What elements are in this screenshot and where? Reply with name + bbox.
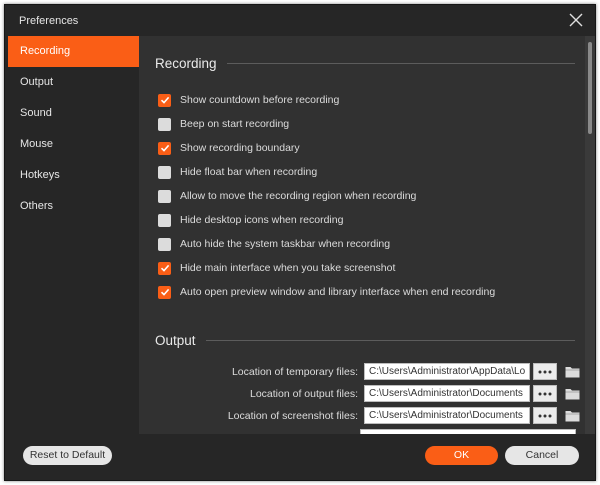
- output-section-title: Output: [155, 333, 196, 348]
- checkbox-checked[interactable]: [158, 261, 171, 275]
- output-files-path-input[interactable]: C:\Users\Administrator\Documents: [364, 385, 530, 402]
- more-dots-icon: [538, 370, 552, 373]
- checkbox-unchecked[interactable]: [158, 237, 171, 251]
- dialog-footer: Reset to Default OK Cancel: [5, 434, 595, 480]
- sidebar-item-others[interactable]: Others: [8, 191, 139, 222]
- browse-more-button[interactable]: [533, 363, 557, 380]
- sidebar-item-label: Recording: [20, 45, 71, 57]
- checkbox-checked[interactable]: [158, 141, 171, 155]
- option-label: Show countdown before recording: [180, 94, 340, 106]
- option-label: Hide float bar when recording: [180, 166, 318, 178]
- section-divider: [205, 340, 575, 341]
- folder-icon[interactable]: [565, 387, 580, 400]
- ok-button[interactable]: OK: [425, 446, 498, 465]
- sidebar-item-output[interactable]: Output: [8, 67, 139, 98]
- cancel-button[interactable]: Cancel: [505, 446, 579, 465]
- sidebar-item-label: Hotkeys: [20, 169, 60, 181]
- checkbox-checked[interactable]: [158, 285, 171, 299]
- option-beep-on-start[interactable]: Beep on start recording: [158, 117, 289, 131]
- option-show-boundary[interactable]: Show recording boundary: [158, 141, 300, 155]
- sidebar-item-hotkeys[interactable]: Hotkeys: [8, 160, 139, 191]
- option-hide-main-interface[interactable]: Hide main interface when you take screen…: [158, 261, 395, 275]
- close-icon: [569, 13, 583, 27]
- option-label: Hide desktop icons when recording: [180, 214, 344, 226]
- close-button[interactable]: [567, 11, 585, 29]
- settings-panel[interactable]: Recording Show countdown before recordin…: [139, 36, 595, 434]
- checkbox-unchecked[interactable]: [158, 189, 171, 203]
- sidebar: Recording Output Sound Mouse Hotkeys Oth…: [8, 36, 139, 434]
- checkmark-icon: [160, 96, 169, 104]
- option-label: Show recording boundary: [180, 142, 300, 154]
- checkbox-unchecked[interactable]: [158, 117, 171, 131]
- option-hide-float-bar[interactable]: Hide float bar when recording: [158, 165, 317, 179]
- option-label: Auto open preview window and library int…: [180, 286, 496, 298]
- recording-section-title: Recording: [155, 56, 217, 71]
- folder-icon[interactable]: [565, 409, 580, 422]
- more-dots-icon: [538, 414, 552, 417]
- title-bar: Preferences: [5, 5, 595, 35]
- output-section-header: Output: [155, 333, 575, 348]
- browse-more-button[interactable]: [533, 385, 557, 402]
- option-hide-desktop-icons[interactable]: Hide desktop icons when recording: [158, 213, 343, 227]
- more-dots-icon: [538, 392, 552, 395]
- temporary-files-path-input[interactable]: C:\Users\Administrator\AppData\Lo: [364, 363, 530, 380]
- option-show-countdown[interactable]: Show countdown before recording: [158, 93, 339, 107]
- option-label: Hide main interface when you take screen…: [180, 262, 396, 274]
- sidebar-item-label: Mouse: [20, 138, 54, 150]
- screenshot-files-row: Location of screenshot files: C:\Users\A…: [228, 407, 580, 424]
- checkbox-unchecked[interactable]: [158, 165, 171, 179]
- sidebar-item-mouse[interactable]: Mouse: [8, 129, 139, 160]
- checkbox-unchecked[interactable]: [158, 213, 171, 227]
- option-move-region[interactable]: Allow to move the recording region when …: [158, 189, 416, 203]
- reset-to-default-button[interactable]: Reset to Default: [23, 446, 112, 465]
- option-label: Auto hide the system taskbar when record…: [180, 238, 391, 250]
- folder-icon[interactable]: [565, 365, 580, 378]
- preferences-window: Preferences Recording Output Sound Mouse…: [4, 4, 596, 481]
- checkbox-checked[interactable]: [158, 93, 171, 107]
- section-divider: [226, 63, 575, 64]
- option-label: Beep on start recording: [180, 118, 290, 130]
- scrollbar-thumb[interactable]: [588, 42, 592, 134]
- browse-more-button[interactable]: [533, 407, 557, 424]
- vertical-scrollbar[interactable]: [585, 36, 595, 434]
- screenshot-files-path-input[interactable]: C:\Users\Administrator\Documents: [364, 407, 530, 424]
- path-label: Location of temporary files:: [231, 365, 358, 378]
- checkmark-icon: [160, 144, 169, 152]
- sidebar-item-label: Others: [20, 200, 54, 212]
- temporary-files-row: Location of temporary files: C:\Users\Ad…: [232, 363, 580, 380]
- sidebar-item-sound[interactable]: Sound: [8, 98, 139, 129]
- checkmark-icon: [160, 264, 169, 272]
- sidebar-item-label: Sound: [20, 107, 52, 119]
- window-title: Preferences: [19, 15, 79, 27]
- recording-section-header: Recording: [155, 56, 575, 71]
- path-label: Location of screenshot files:: [227, 409, 358, 422]
- option-auto-open-preview[interactable]: Auto open preview window and library int…: [158, 285, 495, 299]
- output-files-row: Location of output files: C:\Users\Admin…: [250, 385, 580, 402]
- path-label: Location of output files:: [250, 387, 358, 400]
- checkmark-icon: [160, 288, 169, 296]
- sidebar-item-recording[interactable]: Recording: [8, 36, 139, 67]
- option-label: Allow to move the recording region when …: [180, 190, 417, 202]
- option-hide-taskbar[interactable]: Auto hide the system taskbar when record…: [158, 237, 390, 251]
- sidebar-item-label: Output: [20, 76, 54, 88]
